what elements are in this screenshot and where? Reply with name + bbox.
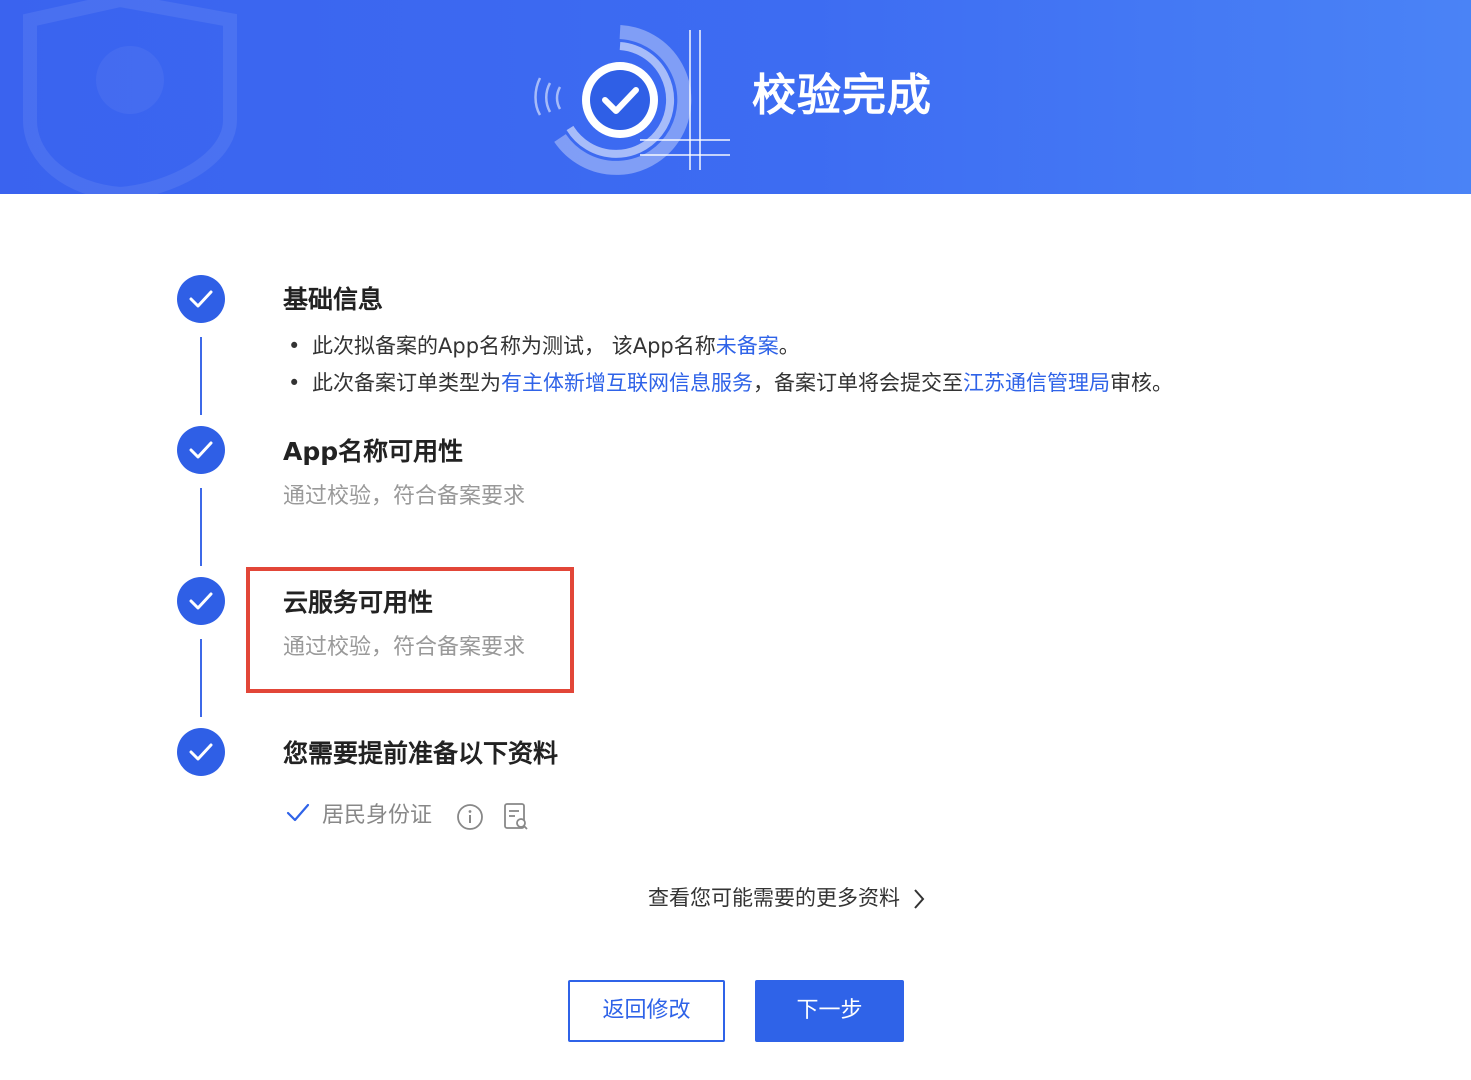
service-type-link[interactable]: 有主体新增互联网信息服务: [501, 371, 753, 395]
step-status-app-name: 通过校验，符合备案要求: [283, 484, 526, 509]
info-icon[interactable]: [456, 803, 484, 831]
chevron-right-icon: [914, 889, 925, 909]
step-connector: [200, 488, 202, 566]
step-title-cloud-service-availability: 云服务可用性: [283, 588, 434, 617]
document-label-id-card: 居民身份证: [322, 803, 433, 828]
step-title-prepare-materials: 您需要提前准备以下资料: [283, 739, 559, 768]
check-icon: [286, 803, 310, 822]
authority-link[interactable]: 江苏通信管理局: [963, 371, 1110, 395]
back-modify-button[interactable]: 返回修改: [568, 980, 725, 1042]
step-connector: [200, 337, 202, 415]
not-filed-link[interactable]: 未备案: [716, 334, 779, 358]
step-complete-icon: [177, 728, 225, 776]
step-status-cloud-service: 通过校验，符合备案要求: [283, 635, 526, 660]
step-title-basic-info: 基础信息: [283, 285, 384, 314]
document-preview-icon[interactable]: [502, 802, 530, 832]
header-banner: 校验完成: [0, 0, 1471, 194]
next-step-button[interactable]: 下一步: [755, 980, 904, 1042]
step-title-app-name-availability: App名称可用性: [283, 437, 464, 466]
shield-watermark-icon: [23, 0, 237, 194]
more-materials-link[interactable]: 查看您可能需要的更多资料: [648, 882, 925, 914]
page-title: 校验完成: [752, 70, 932, 121]
step-complete-icon: [177, 275, 225, 323]
step-complete-icon: [177, 577, 225, 625]
step-connector: [200, 639, 202, 717]
verified-badge-icon: [534, 25, 730, 175]
basic-info-bullet-app-name: • 此次拟备案的App名称为测试， 该App名称未备案。: [288, 334, 800, 358]
basic-info-bullet-order-type: • 此次备案订单类型为有主体新增互联网信息服务，备案订单将会提交至江苏通信管理局审…: [288, 371, 1173, 395]
step-complete-icon: [177, 426, 225, 474]
